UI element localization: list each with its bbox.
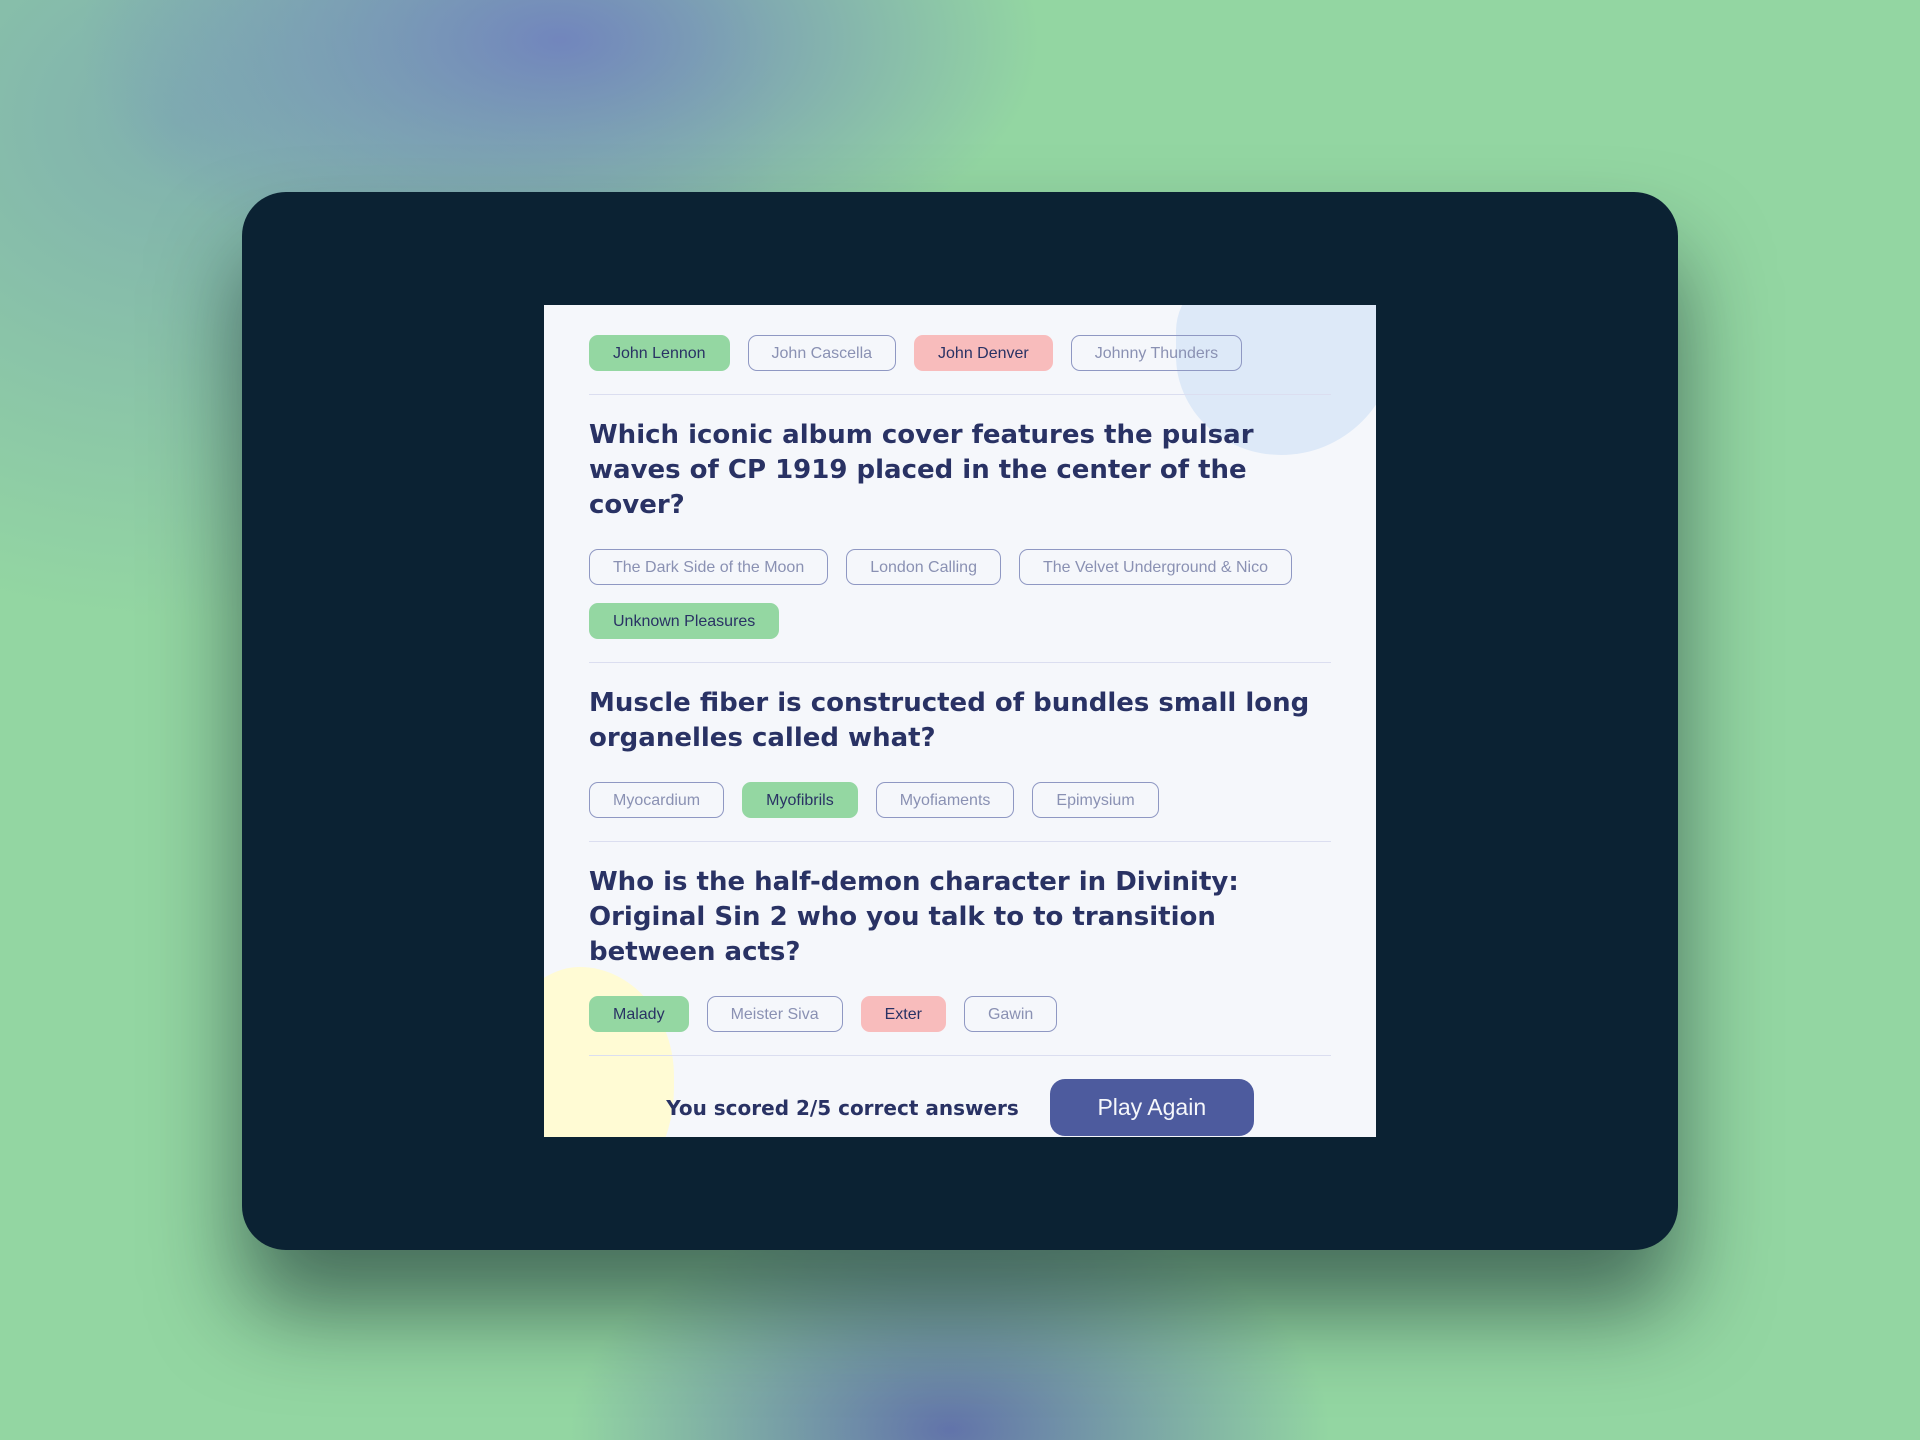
answer-list: Malady Meister Siva Exter Gawin [589, 996, 1331, 1032]
answer-option[interactable]: Malady [589, 996, 689, 1032]
question-text: Muscle fiber is constructed of bundles s… [589, 688, 1310, 753]
answer-list: John Lennon John Cascella John Denver Jo… [589, 335, 1331, 371]
score-text: You scored 2/5 correct answers [666, 1095, 1019, 1120]
question-block: Which iconic album cover features the pu… [589, 418, 1331, 639]
answer-option[interactable]: Myofibrils [742, 782, 858, 818]
quiz-card: John Lennon John Cascella John Denver Jo… [544, 305, 1376, 1137]
question-block: Who is the half-demon character in Divin… [589, 865, 1331, 1032]
answer-list: Myocardium Myofibrils Myofiaments Epimys… [589, 782, 1331, 818]
answer-option[interactable]: Johnny Thunders [1070, 335, 1243, 371]
answer-option[interactable]: The Velvet Underground & Nico [1018, 549, 1292, 585]
answer-option[interactable]: Epimysium [1032, 782, 1159, 818]
answer-option[interactable]: Myofiaments [875, 782, 1015, 818]
question-divider [589, 1055, 1331, 1056]
answer-option[interactable]: John Denver [914, 335, 1053, 371]
play-again-button[interactable]: Play Again [1049, 1079, 1254, 1136]
question-block: John Lennon John Cascella John Denver Jo… [589, 335, 1331, 371]
results-footer: You scored 2/5 correct answers Play Agai… [589, 1079, 1331, 1136]
answer-option[interactable]: John Lennon [589, 335, 730, 371]
answer-option[interactable]: Exter [860, 996, 946, 1032]
question-text: Which iconic album cover features the pu… [589, 420, 1254, 520]
quiz-content: John Lennon John Cascella John Denver Jo… [589, 335, 1331, 1136]
question-divider [589, 394, 1331, 395]
answer-option[interactable]: John Cascella [747, 335, 897, 371]
answer-option[interactable]: The Dark Side of the Moon [589, 549, 829, 585]
answer-option[interactable]: Gawin [963, 996, 1058, 1032]
question-text: Who is the half-demon character in Divin… [589, 867, 1239, 967]
answer-option[interactable]: Unknown Pleasures [589, 603, 780, 639]
question-block: Muscle fiber is constructed of bundles s… [589, 686, 1331, 818]
answer-option[interactable]: Meister Siva [706, 996, 843, 1032]
answer-list: The Dark Side of the Moon London Calling… [589, 549, 1331, 639]
question-divider [589, 841, 1331, 842]
answer-option[interactable]: London Calling [846, 549, 1001, 585]
answer-option[interactable]: Myocardium [589, 782, 725, 818]
question-divider [589, 662, 1331, 663]
